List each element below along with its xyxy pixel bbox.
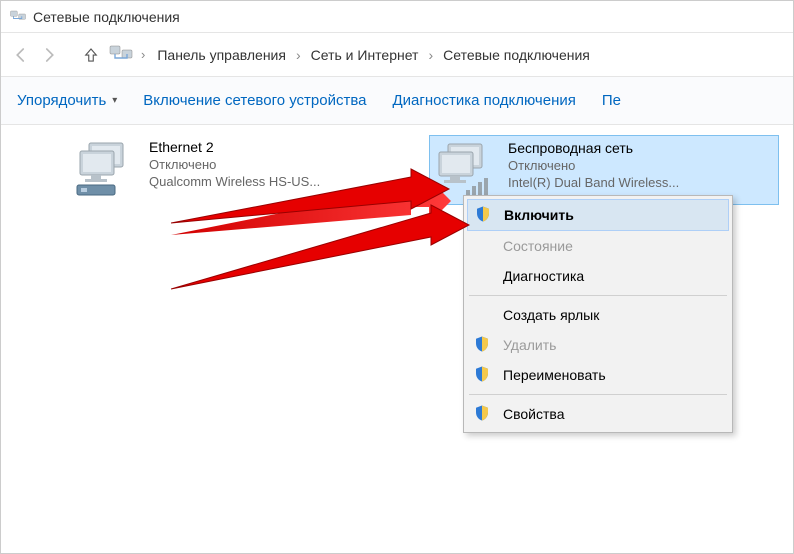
menu-item-enable[interactable]: Включить xyxy=(467,199,729,231)
adapter-device: Intel(R) Dual Band Wireless... xyxy=(508,175,679,190)
menu-item-create-shortcut[interactable]: Создать ярлык xyxy=(467,300,729,330)
shield-icon xyxy=(473,404,493,424)
shield-icon xyxy=(474,205,494,225)
breadcrumb-network-internet[interactable]: Сеть и Интернет xyxy=(303,43,427,67)
chevron-right-icon: › xyxy=(426,47,435,63)
menu-label: Удалить xyxy=(503,337,556,353)
navigation-bar: › Панель управления › Сеть и Интернет › … xyxy=(1,33,793,77)
menu-separator xyxy=(469,295,727,296)
organize-label: Упорядочить xyxy=(17,92,106,109)
menu-item-status: Состояние xyxy=(467,231,729,261)
menu-label: Создать ярлык xyxy=(503,307,599,323)
adapter-ethernet-info: Ethernet 2 Отключено Qualcomm Wireless H… xyxy=(149,139,320,201)
chevron-right-icon: › xyxy=(137,47,149,62)
shield-icon xyxy=(473,365,493,385)
shield-icon xyxy=(473,335,493,355)
titlebar: Сетевые подключения xyxy=(1,1,793,33)
menu-label: Переименовать xyxy=(503,367,606,383)
forward-button[interactable] xyxy=(35,41,63,69)
toolbar: Упорядочить ▾ Включение сетевого устройс… xyxy=(1,77,793,125)
chevron-down-icon: ▾ xyxy=(112,95,117,106)
menu-label: Включить xyxy=(504,207,574,223)
rename-button-truncated[interactable]: Пе xyxy=(602,92,621,109)
organize-button[interactable]: Упорядочить ▾ xyxy=(17,92,117,109)
blank-icon xyxy=(473,236,493,256)
menu-label: Свойства xyxy=(503,406,564,422)
menu-item-rename[interactable]: Переименовать xyxy=(467,360,729,390)
chevron-right-icon: › xyxy=(294,47,303,63)
adapter-wireless-info: Беспроводная сеть Отключено Intel(R) Dua… xyxy=(508,140,679,200)
menu-label: Состояние xyxy=(503,238,573,254)
breadcrumb-network-connections[interactable]: Сетевые подключения xyxy=(435,43,598,67)
enable-device-button[interactable]: Включение сетевого устройства xyxy=(143,92,366,109)
adapter-wireless-icon xyxy=(434,140,498,200)
diagnose-connection-button[interactable]: Диагностика подключения xyxy=(393,92,576,109)
adapter-status: Отключено xyxy=(508,158,679,173)
adapter-ethernet[interactable]: Ethernet 2 Отключено Qualcomm Wireless H… xyxy=(71,135,421,205)
content-area: Ethernet 2 Отключено Qualcomm Wireless H… xyxy=(1,125,793,553)
blank-icon xyxy=(473,305,493,325)
menu-item-delete: Удалить xyxy=(467,330,729,360)
breadcrumb-control-panel[interactable]: Панель управления xyxy=(149,43,294,67)
adapter-name: Беспроводная сеть xyxy=(508,140,679,156)
menu-item-diagnose[interactable]: Диагностика xyxy=(467,261,729,291)
up-button[interactable] xyxy=(77,41,105,69)
location-icon xyxy=(109,43,133,67)
menu-item-properties[interactable]: Свойства xyxy=(467,399,729,429)
adapter-device: Qualcomm Wireless HS-US... xyxy=(149,174,320,189)
window-title: Сетевые подключения xyxy=(33,9,180,25)
menu-label: Диагностика xyxy=(503,268,584,284)
annotation-arrow-2 xyxy=(171,201,471,301)
network-connections-icon xyxy=(9,8,27,26)
adapter-status: Отключено xyxy=(149,157,320,172)
adapter-name: Ethernet 2 xyxy=(149,139,320,155)
back-button[interactable] xyxy=(7,41,35,69)
menu-separator xyxy=(469,394,727,395)
context-menu: Включить Состояние Диагностика Создать я… xyxy=(463,195,733,433)
breadcrumb: Панель управления › Сеть и Интернет › Се… xyxy=(149,43,598,67)
adapter-ethernet-icon xyxy=(75,139,139,199)
blank-icon xyxy=(473,266,493,286)
